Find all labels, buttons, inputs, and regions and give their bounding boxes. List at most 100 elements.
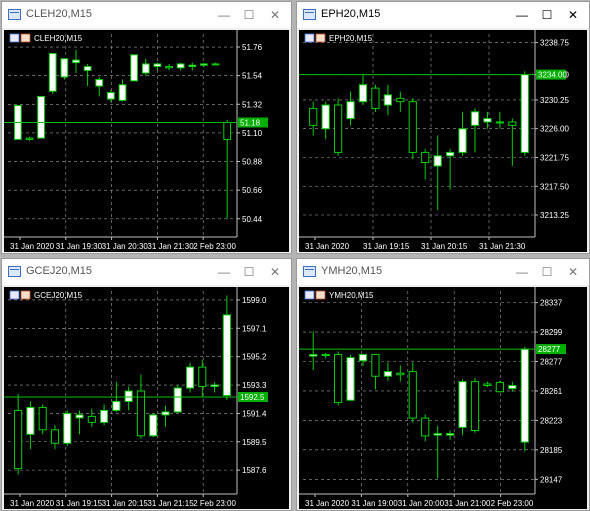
chart-window-ymh20[interactable]: YMH20,M15 — ☐ ✕ 28337 28299 28277 28261 2822… <box>296 258 590 511</box>
timeframe-icon <box>315 290 326 300</box>
timeframe-icon <box>315 33 326 43</box>
price-label: 1591.4 <box>242 409 267 418</box>
minimize-button[interactable]: — <box>213 6 235 24</box>
price-chart[interactable]: 1599.0 1597.1 1595.2 1593.3 1591.4 1589.5 1587… <box>4 287 289 509</box>
candle-bullish <box>173 387 182 413</box>
candlestick-chart[interactable]: 28337 28299 28277 28261 28223 28185 28147 31 Ja… <box>299 287 587 509</box>
minimize-button[interactable]: — <box>213 263 235 281</box>
price-label: 28337 <box>540 299 563 308</box>
candlestick-chart[interactable]: 1599.0 1597.1 1595.2 1593.3 1591.4 1589.5 1587… <box>4 287 289 509</box>
chart-symbol-label: GCEJ20,M15 <box>34 291 83 300</box>
time-label: 31 Jan 20:15 <box>102 499 149 508</box>
time-label: 31 Jan 19:30 <box>56 242 103 251</box>
time-label: 31 Jan 20:30 <box>102 242 149 251</box>
close-button[interactable]: ✕ <box>264 263 286 281</box>
time-label: 31 Jan 20:15 <box>421 242 468 251</box>
time-label: 31 Jan 2020 <box>10 242 55 251</box>
price-chart[interactable]: 3238.75 3234.00 3230.25 3226.00 3221.75 3217.… <box>299 30 587 252</box>
price-label: 50.66 <box>242 186 263 195</box>
maximize-button[interactable]: ☐ <box>238 263 260 281</box>
time-label: 31 Jan 19:15 <box>56 499 103 508</box>
candle-bearish <box>483 383 492 387</box>
candle-bullish <box>95 79 104 87</box>
time-label: 2 Feb 23:00 <box>491 499 534 508</box>
price-label: 3221.75 <box>540 153 569 162</box>
candle-bullish <box>458 381 467 428</box>
candle-bearish <box>25 137 34 140</box>
candlestick-chart[interactable]: 3238.75 3234.00 3230.25 3226.00 3221.75 3217.… <box>299 30 587 252</box>
symbol-icon <box>9 290 20 300</box>
candle-bearish <box>495 381 504 393</box>
candle-bullish <box>26 406 35 435</box>
minimize-button[interactable]: — <box>511 6 533 24</box>
price-chart[interactable]: 28337 28299 28277 28261 28223 28185 28147 31 Ja… <box>299 287 587 509</box>
chart-symbol-label: CLEH20,M15 <box>34 34 83 43</box>
window-titlebar[interactable]: EPH20,M15 — ☐ ✕ <box>297 2 589 28</box>
candle-bullish <box>75 414 84 419</box>
price-label: 51.76 <box>242 43 263 52</box>
current-price-label: 28277 <box>538 345 561 354</box>
candle-bullish <box>100 409 109 423</box>
candle-bullish <box>106 92 115 100</box>
maximize-button[interactable]: ☐ <box>536 6 558 24</box>
time-label: 31 Jan 2020 <box>305 499 350 508</box>
close-button[interactable]: ✕ <box>264 6 286 24</box>
candle-bullish <box>176 63 185 69</box>
time-label: 31 Jan 21:00 <box>444 499 491 508</box>
candle-bullish <box>346 101 355 120</box>
current-price-label: 3234.00 <box>538 71 567 80</box>
window-title: CLEH20,M15 <box>26 8 93 20</box>
price-label: 28277 <box>540 358 563 367</box>
candle-bullish <box>83 66 92 71</box>
time-label: 2 Feb 23:00 <box>193 499 236 508</box>
time-label: 31 Jan 20:00 <box>398 499 445 508</box>
price-chart[interactable]: 51.76 51.54 51.32 51.10 50.88 50.66 50.44 31 Ja… <box>4 30 289 252</box>
chart-window-gcej20[interactable]: GCEJ20,M15 — ☐ ✕ 1599.0 1597.1 1595.2 1593.… <box>1 258 292 511</box>
candle-bearish <box>470 381 480 431</box>
price-label: 1597.1 <box>242 324 267 333</box>
price-label: 1593.3 <box>242 381 267 390</box>
candle-bullish <box>458 128 467 153</box>
maximize-button[interactable]: ☐ <box>238 6 260 24</box>
time-label: 31 Jan 19:15 <box>363 242 410 251</box>
window-title: YMH20,M15 <box>321 265 383 277</box>
window-titlebar[interactable]: CLEH20,M15 — ☐ ✕ <box>2 2 291 28</box>
close-button[interactable]: ✕ <box>562 6 584 24</box>
window-title: GCEJ20,M15 <box>26 265 93 277</box>
candle-bearish <box>421 151 430 164</box>
candle-bearish <box>371 87 380 109</box>
chart-symbol-label: YMH20,M15 <box>329 291 374 300</box>
price-label: 3226.00 <box>540 125 569 134</box>
candle-bearish <box>14 409 23 470</box>
candle-bullish <box>495 121 504 124</box>
price-label: 1599.0 <box>242 296 267 305</box>
window-titlebar[interactable]: GCEJ20,M15 — ☐ ✕ <box>2 259 291 285</box>
candle-bearish <box>371 354 380 377</box>
symbol-badge: EPH20,M15 <box>304 33 373 43</box>
candle-bullish <box>188 64 197 68</box>
price-label: 1587.6 <box>242 466 267 475</box>
chart-window-icon <box>8 9 21 20</box>
close-button[interactable]: ✕ <box>562 263 584 281</box>
price-label: 3213.25 <box>540 211 569 220</box>
price-label: 1595.2 <box>242 353 267 362</box>
candlestick-chart[interactable]: 51.76 51.54 51.32 51.10 50.88 50.66 50.44 31 Ja… <box>4 30 289 252</box>
window-title: EPH20,M15 <box>321 8 381 20</box>
candle-bearish <box>334 354 343 404</box>
chart-window-eph20[interactable]: EPH20,M15 — ☐ ✕ 3238.75 3234.00 3230.25 322… <box>296 1 590 254</box>
maximize-button[interactable]: ☐ <box>536 263 558 281</box>
candle-bearish <box>198 366 207 388</box>
candle-bullish <box>383 371 392 377</box>
candle-bearish <box>408 371 417 419</box>
price-label: 51.10 <box>242 129 263 138</box>
time-label: 31 Jan 2020 <box>305 242 350 251</box>
minimize-button[interactable]: — <box>511 263 533 281</box>
chart-window-cleh20[interactable]: CLEH20,M15 — ☐ ✕ 51.76 51.54 51.32 51.10 50.… <box>1 1 292 254</box>
candle-bullish <box>130 54 139 82</box>
candle-bullish <box>153 63 162 68</box>
window-titlebar[interactable]: YMH20,M15 — ☐ ✕ <box>297 259 589 285</box>
candle-bullish <box>112 400 121 411</box>
candle-bullish <box>72 59 80 64</box>
candle-bearish <box>309 107 318 126</box>
time-label: 31 Jan 21:15 <box>147 499 194 508</box>
